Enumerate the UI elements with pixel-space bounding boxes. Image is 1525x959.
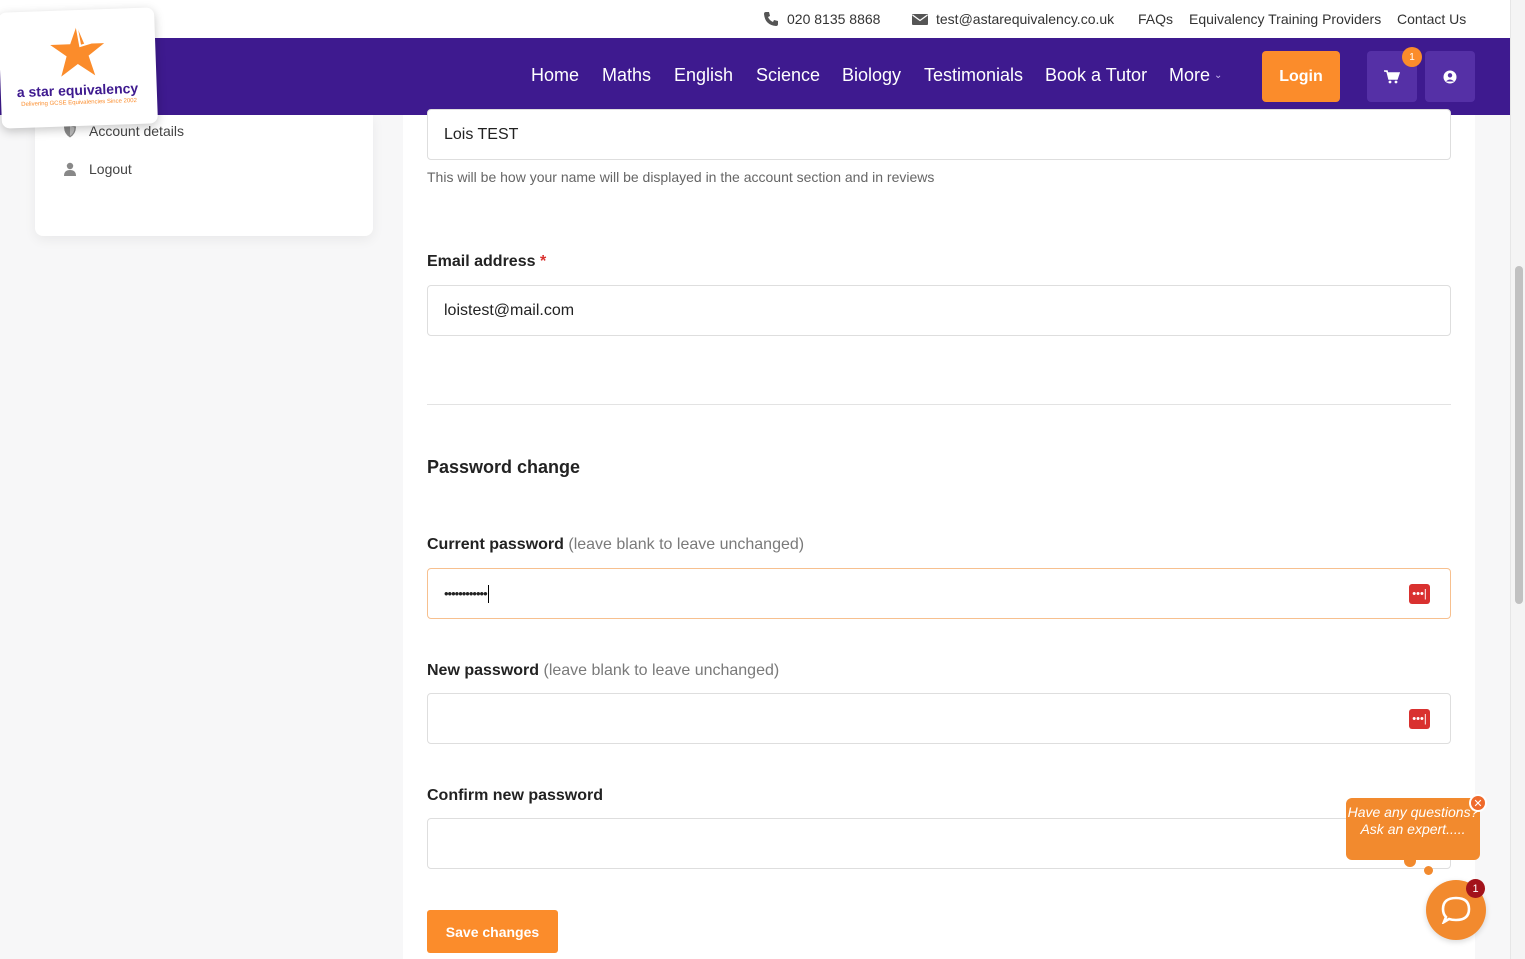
main-navbar: Home Maths English Science Biology Testi… (0, 38, 1510, 115)
email-value: loistest@mail.com (444, 301, 575, 319)
display-name-field[interactable]: Lois TEST (427, 109, 1451, 160)
email-field[interactable]: loistest@mail.com (427, 285, 1451, 336)
close-icon[interactable]: ✕ (1469, 794, 1487, 812)
current-password-value: •••••••••••• (444, 586, 488, 601)
user-circle-icon (1443, 70, 1457, 83)
contact-us-link[interactable]: Contact Us (1397, 11, 1466, 27)
nav-more-dropdown[interactable]: More ⌄ (1169, 65, 1222, 86)
section-divider (427, 404, 1451, 405)
logo-tagline: Delivering GCSE Equivalencies Since 2002 (21, 97, 138, 109)
chat-bubble-tail (1404, 855, 1416, 867)
phone-link[interactable]: 020 8135 8868 (763, 11, 880, 27)
email-label: Email address * (427, 253, 547, 270)
login-button[interactable]: Login (1262, 51, 1340, 102)
display-name-value: Lois TEST (444, 125, 519, 143)
sidebar-item-label: Logout (89, 161, 132, 177)
nav-testimonials[interactable]: Testimonials (924, 65, 1023, 86)
top-contact-bar: 020 8135 8868 test@astarequivalency.co.u… (0, 0, 1510, 38)
new-password-label: New password (leave blank to leave uncha… (427, 662, 780, 679)
nav-english[interactable]: English (674, 65, 733, 86)
chat-notification-badge: 1 (1466, 879, 1485, 898)
account-sidebar: Account details Logout (35, 115, 373, 236)
envelope-icon (912, 14, 928, 25)
chevron-down-icon: ⌄ (1214, 70, 1223, 81)
chat-prompt-bubble[interactable]: Have any questions? Ask an expert..... (1346, 798, 1480, 860)
email-address: test@astarequivalency.co.uk (936, 11, 1115, 27)
user-icon (64, 162, 76, 176)
email-link[interactable]: test@astarequivalency.co.uk (912, 11, 1114, 27)
display-name-help: This will be how your name will be displ… (427, 169, 935, 185)
sidebar-item-logout[interactable]: Logout (63, 161, 132, 177)
chat-bubble-tail (1424, 866, 1433, 875)
text-caret (487, 584, 489, 603)
training-providers-link[interactable]: Equivalency Training Providers (1189, 11, 1381, 27)
confirm-password-label: Confirm new password (427, 787, 604, 804)
star-logo-icon (50, 25, 105, 77)
phone-icon (764, 12, 778, 26)
current-password-label: Current password (leave blank to leave u… (427, 536, 805, 553)
scrollbar-thumb[interactable] (1515, 266, 1523, 604)
nav-maths[interactable]: Maths (602, 65, 651, 86)
site-logo[interactable]: a star equivalency Delivering GCSE Equiv… (0, 7, 158, 129)
nav-science[interactable]: Science (756, 65, 820, 86)
phone-number: 020 8135 8868 (787, 11, 881, 27)
password-manager-icon[interactable]: •••| (1409, 709, 1430, 729)
faqs-link[interactable]: FAQs (1138, 11, 1173, 27)
required-marker: * (539, 253, 547, 270)
current-password-hint: (leave blank to leave unchanged) (568, 536, 805, 553)
save-changes-button[interactable]: Save changes (427, 910, 558, 953)
password-section-title: Password change (427, 457, 581, 477)
new-password-hint: (leave blank to leave unchanged) (543, 662, 780, 679)
account-button[interactable] (1425, 51, 1475, 102)
chat-icon (1441, 896, 1471, 924)
confirm-password-field[interactable] (427, 818, 1451, 869)
cart-icon (1384, 69, 1400, 83)
page-scrollbar[interactable] (1510, 0, 1525, 959)
nav-biology[interactable]: Biology (842, 65, 901, 86)
nav-book-a-tutor[interactable]: Book a Tutor (1045, 65, 1147, 86)
new-password-field[interactable]: •••| (427, 693, 1451, 744)
password-manager-icon[interactable]: •••| (1409, 584, 1430, 604)
nav-home[interactable]: Home (531, 65, 579, 86)
nav-more-label: More (1169, 65, 1211, 85)
account-details-form: Lois TEST This will be how your name wil… (403, 109, 1475, 959)
current-password-field[interactable]: •••••••••••• •••| (427, 568, 1451, 619)
cart-count-badge: 1 (1402, 47, 1422, 67)
sidebar-item-label: Account details (89, 123, 184, 139)
logo-wordmark: a star equivalency (16, 79, 139, 101)
